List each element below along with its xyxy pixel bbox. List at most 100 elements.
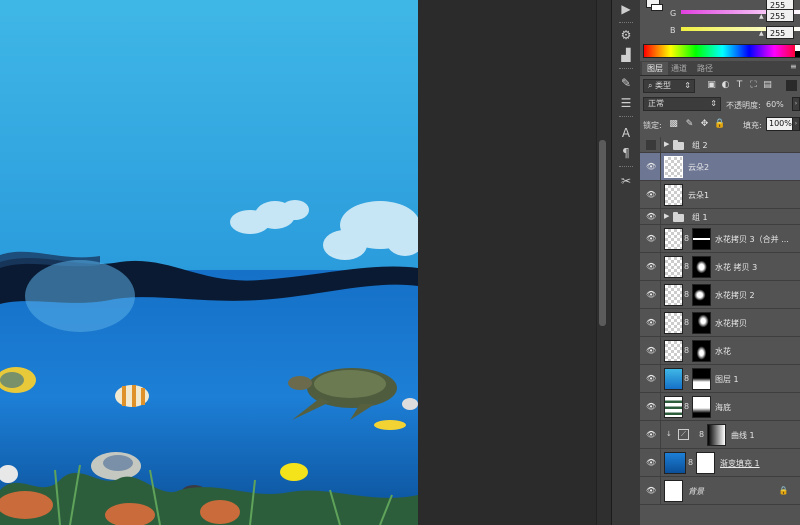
layer-row-layer-1[interactable]: 👁 8 图层 1 xyxy=(640,365,800,393)
layer-row-splash-copy-3[interactable]: 👁 8 水花 拷贝 3 xyxy=(640,253,800,281)
layer-mask-thumbnail[interactable] xyxy=(692,396,711,418)
chain-link-icon[interactable]: 8 xyxy=(684,234,690,244)
chain-link-icon[interactable]: 8 xyxy=(684,318,690,328)
lock-pixels-icon[interactable]: ✎ xyxy=(684,119,695,130)
panel-menu-icon[interactable]: ≡ xyxy=(790,62,797,71)
paragraph-icon[interactable]: ¶ xyxy=(616,144,636,162)
layer-row-splash-copy-3-merged[interactable]: 👁 8 水花拷贝 3（合并 ... xyxy=(640,225,800,253)
eye-icon[interactable]: 👁 xyxy=(646,430,656,440)
layer-row-gradient-fill-1[interactable]: 👁 8 渐变填充 1 xyxy=(640,449,800,477)
layer-mask-thumbnail[interactable] xyxy=(692,284,711,306)
layer-row-group-1[interactable]: 👁 ▶ 组 1 xyxy=(640,209,800,225)
filter-toggle-icon[interactable] xyxy=(786,80,797,91)
eye-icon[interactable]: 👁 xyxy=(646,190,656,200)
layer-name: 水花 xyxy=(715,347,731,356)
layer-name: 水花拷贝 xyxy=(715,319,747,328)
lock-transparent-icon[interactable]: ▩ xyxy=(668,119,679,130)
sliders-icon[interactable]: ☰ xyxy=(616,94,636,112)
layer-mask-thumbnail[interactable] xyxy=(692,368,711,390)
eye-icon[interactable]: 👁 xyxy=(646,402,656,412)
g-value[interactable]: 255 xyxy=(766,9,794,22)
eye-icon[interactable]: 👁 xyxy=(646,262,656,272)
lock-all-icon[interactable]: 🔒 xyxy=(714,119,725,130)
layer-mask-thumbnail[interactable] xyxy=(696,452,715,474)
tab-paths[interactable]: 路径 xyxy=(692,62,718,75)
eye-icon[interactable]: 👁 xyxy=(646,346,656,356)
brush-icon[interactable]: ✎ xyxy=(616,74,636,92)
eye-icon[interactable]: 👁 xyxy=(646,234,656,244)
fill-value[interactable]: 100% xyxy=(766,117,794,131)
layer-mask-thumbnail[interactable] xyxy=(692,312,711,334)
document-canvas[interactable] xyxy=(0,0,418,525)
gear-icon[interactable]: ⚙ xyxy=(616,26,636,44)
type-filter-icon[interactable]: T xyxy=(734,80,745,91)
chain-link-icon[interactable]: 8 xyxy=(688,458,694,468)
eye-icon[interactable]: 👁 xyxy=(646,290,656,300)
layer-thumbnail xyxy=(664,228,683,250)
layer-row-splash-copy-2[interactable]: 👁 8 水花拷贝 2 xyxy=(640,281,800,309)
shape-filter-icon[interactable]: ⛶ xyxy=(748,80,759,91)
lock-icon[interactable]: 🔒 xyxy=(778,485,789,496)
chain-link-icon[interactable]: 8 xyxy=(684,374,690,384)
chain-link-icon[interactable]: 8 xyxy=(699,430,705,440)
eye-icon[interactable]: 👁 xyxy=(646,212,656,222)
lock-position-icon[interactable]: ✥ xyxy=(699,119,710,130)
layer-row-group-2[interactable]: ▶ 组 2 xyxy=(640,137,800,153)
character-icon[interactable]: A xyxy=(616,124,636,142)
eye-icon[interactable]: 👁 xyxy=(646,318,656,328)
grip-icon[interactable] xyxy=(619,116,633,119)
search-icon: ⌕ xyxy=(648,81,653,90)
grip-icon[interactable] xyxy=(619,22,633,25)
tool-presets-icon[interactable]: ✂ xyxy=(616,172,636,190)
play-icon[interactable]: ▶ xyxy=(616,0,636,18)
chain-link-icon[interactable]: 8 xyxy=(684,346,690,356)
adjustment-filter-icon[interactable]: ◐ xyxy=(720,80,731,91)
layer-row-seabed[interactable]: 👁 8 海底 xyxy=(640,393,800,421)
layer-mask-thumbnail[interactable] xyxy=(692,340,711,362)
opacity-dropdown-icon[interactable]: › xyxy=(792,97,800,111)
layer-mask-thumbnail[interactable] xyxy=(692,256,711,278)
layer-row-cloud-2[interactable]: 👁 云朵2 xyxy=(640,153,800,181)
layer-row-curves-1[interactable]: 👁 ↓ ⟋ 8 曲线 1 xyxy=(640,421,800,449)
background-swatch[interactable] xyxy=(651,4,663,11)
layer-mask-thumbnail[interactable] xyxy=(692,228,711,250)
chevron-down-icon: ⇕ xyxy=(710,99,717,108)
tab-channels[interactable]: 通道 xyxy=(666,62,692,75)
layer-thumbnail xyxy=(664,480,683,502)
histogram-icon[interactable]: ▟ xyxy=(616,46,636,64)
layer-thumbnail xyxy=(664,312,683,334)
visibility-toggle-hidden[interactable] xyxy=(646,140,656,150)
chain-link-icon[interactable]: 8 xyxy=(684,402,690,412)
scrollbar-thumb[interactable] xyxy=(599,140,606,326)
pixel-filter-icon[interactable]: ▣ xyxy=(706,80,717,91)
chain-link-icon[interactable]: 8 xyxy=(684,262,690,272)
eye-icon[interactable]: 👁 xyxy=(646,458,656,468)
chevron-right-icon[interactable]: ▶ xyxy=(664,212,669,220)
layer-row-background[interactable]: 👁 背景 🔒 xyxy=(640,477,800,505)
eye-icon[interactable]: 👁 xyxy=(646,486,656,496)
folder-icon xyxy=(673,140,684,150)
chevron-right-icon[interactable]: ▶ xyxy=(664,140,669,148)
layer-name: 云朵2 xyxy=(688,163,710,172)
layer-row-cloud-1[interactable]: 👁 云朵1 xyxy=(640,181,800,209)
color-spectrum[interactable] xyxy=(643,44,800,58)
eye-icon[interactable]: 👁 xyxy=(646,374,656,384)
curves-adjustment-icon[interactable]: ⟋ xyxy=(678,429,689,440)
grip-icon[interactable] xyxy=(619,68,633,71)
layer-row-splash-copy[interactable]: 👁 8 水花拷贝 xyxy=(640,309,800,337)
b-value[interactable]: 255 xyxy=(766,26,794,39)
layer-kind-filter[interactable]: ⌕ 类型 ⇕ xyxy=(643,79,695,93)
eye-icon[interactable]: 👁 xyxy=(646,162,656,172)
blend-mode-select[interactable]: 正常 ⇕ xyxy=(643,97,721,111)
smart-object-filter-icon[interactable]: ▤ xyxy=(762,80,773,91)
layer-name: 组 2 xyxy=(692,141,708,150)
layer-row-splash[interactable]: 👁 8 水花 xyxy=(640,337,800,365)
g-slider-handle[interactable]: ▲ xyxy=(759,13,764,20)
grip-icon[interactable] xyxy=(619,166,633,169)
tab-layers[interactable]: 图层 xyxy=(642,62,668,75)
opacity-value[interactable]: 60% xyxy=(766,100,784,109)
b-slider-handle[interactable]: ▲ xyxy=(759,30,764,37)
chain-link-icon[interactable]: 8 xyxy=(684,290,690,300)
layer-mask-thumbnail[interactable] xyxy=(707,424,726,446)
fill-dropdown-icon[interactable]: › xyxy=(792,117,800,131)
